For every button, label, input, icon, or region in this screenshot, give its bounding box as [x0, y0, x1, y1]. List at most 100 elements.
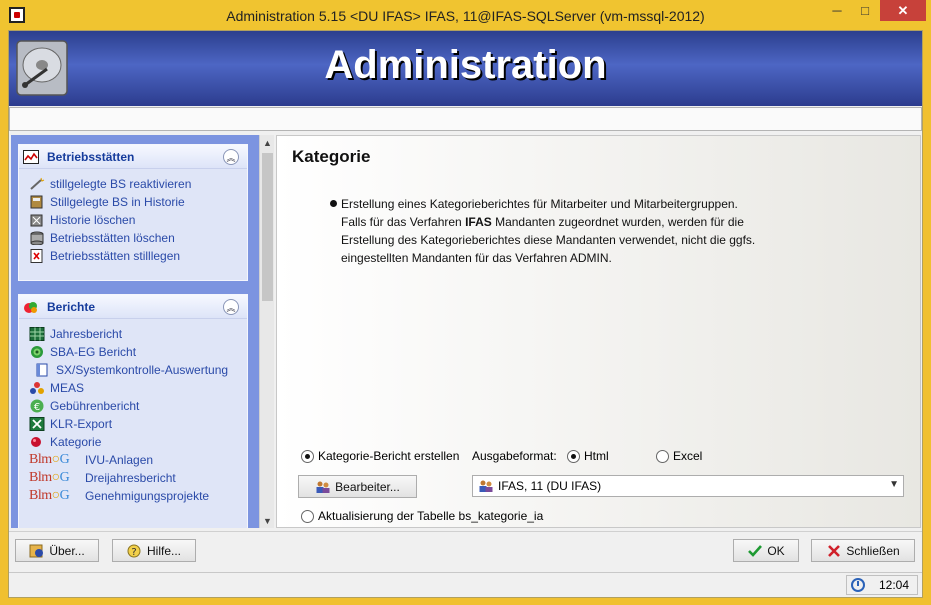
window-client: Administration Betriebsstätten ︽ stillge…	[8, 30, 923, 598]
sidebar-item-sba-eg[interactable]: SBA-EG Bericht	[29, 343, 247, 361]
clock-time: 12:04	[878, 578, 909, 592]
button-label: Schließen	[846, 543, 900, 558]
option-format-html[interactable]: Html	[567, 449, 609, 463]
banner-title: Administration	[324, 43, 607, 87]
description-line: Erstellung eines Kategorieberichtes für …	[341, 197, 738, 211]
users-icon	[479, 480, 493, 492]
sidebar-item-label: IVU-Anlagen	[85, 453, 154, 467]
sidebar-item-label: Dreijahresbericht	[85, 471, 176, 485]
option-format-excel[interactable]: Excel	[656, 449, 702, 463]
panel-header-berichte[interactable]: Berichte ︽	[19, 295, 247, 319]
radio-create-report[interactable]	[301, 449, 314, 463]
sidebar-item-genehmigungsprojekte[interactable]: Blm○G Genehmigungsprojekte	[29, 487, 247, 505]
panel-betriebsstaetten: Betriebsstätten ︽ stillgelegte BS reakti…	[18, 144, 248, 281]
button-label: OK	[767, 543, 785, 558]
users-icon	[316, 481, 330, 493]
sidebar-item-label: Betriebsstätten stilllegen	[50, 249, 181, 263]
scroll-thumb[interactable]	[262, 153, 273, 301]
check-icon	[748, 544, 763, 557]
blmg-logo: Blm○G	[29, 488, 70, 503]
output-format-label: Ausgabeformat:	[472, 449, 557, 463]
description-line: eingestellten Mandanten für das Verfahre…	[341, 251, 612, 265]
excel-icon	[29, 417, 45, 431]
database-icon	[30, 231, 44, 245]
close-button[interactable]: Schließen	[811, 539, 915, 562]
option-label: Excel	[673, 449, 703, 463]
sidebar-item-kategorie[interactable]: Kategorie	[29, 433, 247, 451]
info-bar	[9, 107, 922, 131]
bullet-icon	[330, 200, 337, 207]
button-label: Über...	[49, 543, 85, 558]
collapse-icon[interactable]: ︽	[223, 149, 239, 165]
sidebar-item-jahresbericht[interactable]: Jahresbericht	[29, 325, 247, 343]
panel-title: Berichte	[47, 299, 96, 314]
close-icon	[828, 544, 841, 557]
editor-select[interactable]: IFAS, 11 (DU IFAS) ▼	[472, 475, 904, 497]
collapse-icon[interactable]: ︽	[223, 299, 239, 315]
window-title: Administration 5.15 <DU IFAS> IFAS, 11@I…	[226, 8, 705, 24]
book-icon	[36, 363, 48, 377]
banner: Administration	[9, 31, 922, 106]
sidebar-item-ivu-anlagen[interactable]: Blm○G IVU-Anlagen	[29, 451, 247, 469]
sidebar-item-bs-stilllegen[interactable]: Betriebsstätten stilllegen	[29, 247, 247, 265]
panel-berichte: Berichte ︽ Jahresbericht SBA-EG Bericht …	[18, 294, 248, 528]
sidebar-item-label: Betriebsstätten löschen	[50, 231, 175, 245]
sidebar-item-sx-systemkontrolle[interactable]: SX/Systemkontrolle-Auswertung	[29, 361, 247, 379]
sidebar-item-dreijahresbericht[interactable]: Blm○G Dreijahresbericht	[29, 469, 247, 487]
chevron-down-icon[interactable]: ▼	[889, 479, 899, 490]
radio-format-excel[interactable]	[656, 449, 669, 463]
archive-icon	[30, 195, 43, 209]
option-create-report[interactable]: Kategorie-Bericht erstellen	[301, 449, 459, 463]
sidebar-item-label: SBA-EG Bericht	[50, 345, 137, 359]
scroll-down-icon[interactable]: ▼	[260, 513, 275, 528]
sidebar-item-historie-loeschen[interactable]: Historie löschen	[29, 211, 247, 229]
editor-button[interactable]: Bearbeiter...	[298, 475, 417, 498]
sidebar-item-gebuehrenbericht[interactable]: € Gebührenbericht	[29, 397, 247, 415]
sidebar-item-label: SX/Systemkontrolle-Auswertung	[56, 363, 229, 377]
button-bar: Über... ? Hilfe... OK Schließen	[9, 531, 922, 571]
main-content: Kategorie Erstellung eines Kategorieberi…	[276, 135, 921, 528]
molecule-icon	[30, 382, 44, 394]
sidebar-item-bs-reaktivieren[interactable]: stillgelegte BS reaktivieren	[29, 175, 247, 193]
panel-title: Betriebsstätten	[47, 149, 135, 164]
radio-update-table[interactable]	[301, 509, 314, 523]
description: Erstellung eines Kategorieberichtes für …	[341, 195, 791, 267]
blmg-logo: Blm○G	[29, 452, 70, 467]
page-title: Kategorie	[292, 147, 371, 166]
status-bar: 12:04	[9, 572, 922, 597]
sidebar-item-bs-historie[interactable]: Stillgelegte BS in Historie	[29, 193, 247, 211]
option-label: Aktualisierung der Tabelle bs_kategorie_…	[318, 509, 544, 523]
sidebar-item-label: Historie löschen	[50, 213, 136, 227]
panel-header-betriebsstaetten[interactable]: Betriebsstätten ︽	[19, 145, 247, 169]
description-line: Erstellung des Kategorieberichtes diese …	[341, 233, 756, 247]
svg-text:€: €	[34, 402, 40, 413]
target-icon	[31, 346, 43, 358]
select-value: IFAS, 11 (DU IFAS)	[498, 479, 602, 493]
window-titlebar[interactable]: Administration 5.15 <DU IFAS> IFAS, 11@I…	[0, 0, 931, 30]
ok-button[interactable]: OK	[733, 539, 799, 562]
about-button[interactable]: Über...	[15, 539, 99, 562]
euro-icon: €	[30, 399, 44, 413]
close-window-button[interactable]: ✕	[880, 0, 926, 21]
sidebar-item-meas[interactable]: MEAS	[29, 379, 247, 397]
sidebar-scrollbar[interactable]: ▲ ▼	[259, 135, 274, 528]
chart-icon	[23, 149, 39, 164]
sidebar-item-label: Kategorie	[50, 435, 102, 449]
option-update-table[interactable]: Aktualisierung der Tabelle bs_kategorie_…	[301, 509, 543, 523]
sidebar-item-bs-loeschen[interactable]: Betriebsstätten löschen	[29, 229, 247, 247]
option-label: Html	[584, 449, 609, 463]
clock-icon	[851, 578, 865, 592]
svg-text:?: ?	[131, 547, 136, 558]
minimize-button[interactable]: ─	[823, 0, 851, 21]
red-dot-icon	[31, 437, 41, 447]
grid-icon	[29, 327, 45, 341]
help-button[interactable]: ? Hilfe...	[112, 539, 196, 562]
maximize-button[interactable]: □	[851, 0, 879, 21]
sidebar-item-klr-export[interactable]: KLR-Export	[29, 415, 247, 433]
radio-format-html[interactable]	[567, 449, 580, 463]
wand-icon	[30, 177, 45, 190]
scroll-up-icon[interactable]: ▲	[260, 135, 275, 150]
sidebar-item-label: KLR-Export	[50, 417, 113, 431]
blmg-logo: Blm○G	[29, 470, 70, 485]
button-label: Hilfe...	[146, 543, 181, 558]
